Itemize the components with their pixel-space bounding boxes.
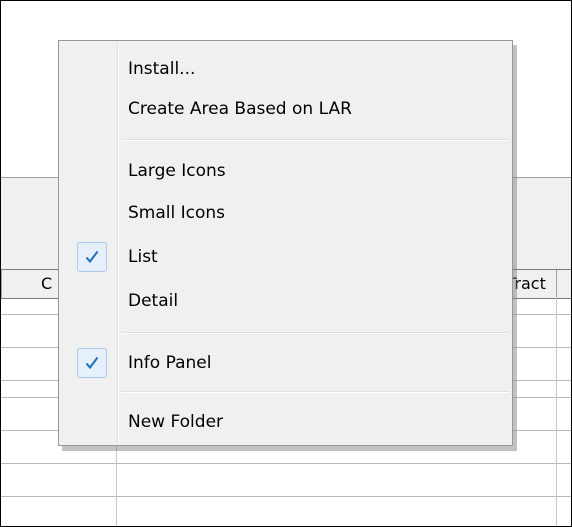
menu-separator bbox=[121, 391, 509, 393]
checkmark-icon bbox=[77, 242, 107, 272]
table-row[interactable] bbox=[1, 463, 571, 464]
context-menu: Install... Create Area Based on LAR Larg… bbox=[58, 40, 513, 446]
menu-item-label: Install... bbox=[128, 59, 196, 79]
menu-item-install[interactable]: Install... bbox=[61, 49, 510, 89]
menu-item-label: Large Icons bbox=[128, 161, 226, 181]
menu-separator bbox=[121, 139, 509, 141]
menu-item-large-icons[interactable]: Large Icons bbox=[61, 151, 510, 191]
header-separator bbox=[1, 270, 2, 298]
checkmark-icon bbox=[77, 348, 107, 378]
menu-item-label: Info Panel bbox=[128, 353, 212, 373]
menu-item-create-area[interactable]: Create Area Based on LAR bbox=[61, 89, 510, 129]
menu-item-label: Create Area Based on LAR bbox=[128, 99, 352, 119]
menu-item-label: New Folder bbox=[128, 412, 224, 432]
column-header-tract[interactable]: Tract bbox=[507, 270, 557, 298]
menu-item-label: Small Icons bbox=[128, 203, 226, 223]
menu-item-detail[interactable]: Detail bbox=[61, 281, 510, 321]
table-row[interactable] bbox=[1, 496, 571, 497]
menu-item-new-folder[interactable]: New Folder bbox=[61, 402, 510, 442]
column-divider bbox=[556, 297, 557, 526]
menu-item-small-icons[interactable]: Small Icons bbox=[61, 193, 510, 233]
menu-item-label: List bbox=[128, 247, 158, 267]
menu-item-label: Detail bbox=[128, 291, 179, 311]
menu-separator bbox=[121, 332, 509, 334]
menu-item-list[interactable]: List bbox=[61, 237, 510, 277]
menu-item-info-panel[interactable]: Info Panel bbox=[61, 343, 510, 383]
header-separator[interactable] bbox=[556, 270, 557, 298]
